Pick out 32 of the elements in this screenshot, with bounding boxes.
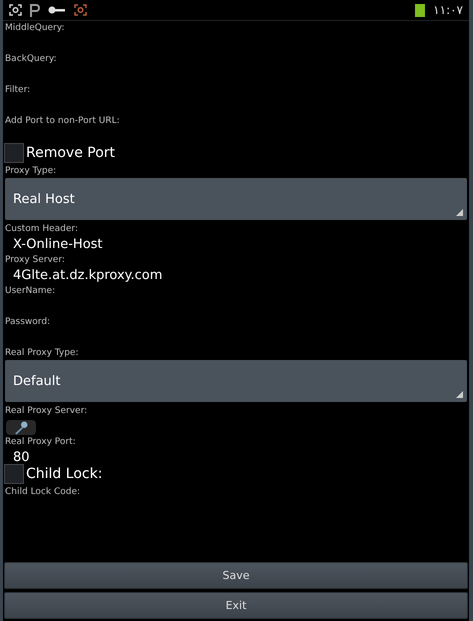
- field-label: Add Port to non-Port URL:: [4, 115, 121, 128]
- field-label: BackQuery:: [4, 53, 58, 66]
- screenshot-icon: [74, 4, 87, 16]
- field-label: Password:: [4, 316, 52, 329]
- action-button[interactable]: Save: [4, 562, 468, 589]
- corner-icon: [456, 209, 463, 216]
- field-label: MiddleQuery:: [4, 22, 66, 35]
- parking-icon: [30, 4, 40, 16]
- field-label: Filter:: [4, 84, 32, 97]
- screenshot-icon: [9, 4, 22, 16]
- checkbox[interactable]: [4, 464, 24, 484]
- clock: ١١:٠٧: [433, 3, 463, 17]
- field-label: Proxy Server:: [4, 254, 66, 267]
- field-label: Custom Header:: [4, 223, 79, 236]
- field-label: Real Proxy Server:: [4, 405, 88, 418]
- field-label: Real Proxy Port:: [4, 436, 77, 449]
- battery-icon: [415, 4, 426, 16]
- action-button[interactable]: Exit: [4, 592, 468, 619]
- key-icon: [48, 6, 66, 14]
- input-field[interactable]: 4Glte.at.dz.kproxy.com: [4, 267, 468, 284]
- checkbox[interactable]: [4, 143, 24, 163]
- checkbox-label[interactable]: Remove Port: [26, 145, 116, 161]
- dropdown[interactable]: Default: [5, 360, 467, 402]
- field-label: Child Lock Code:: [4, 486, 82, 499]
- field-label: Proxy Type:: [4, 165, 58, 178]
- dropdown[interactable]: Real Host: [5, 178, 467, 220]
- field-label: UserName:: [4, 285, 56, 298]
- checkbox-label[interactable]: Child Lock:: [26, 466, 102, 482]
- input-field[interactable]: 80: [4, 449, 468, 466]
- field-label: Real Proxy Type:: [4, 347, 80, 360]
- corner-icon: [456, 391, 463, 398]
- input-field[interactable]: X-Online-Host: [4, 236, 468, 253]
